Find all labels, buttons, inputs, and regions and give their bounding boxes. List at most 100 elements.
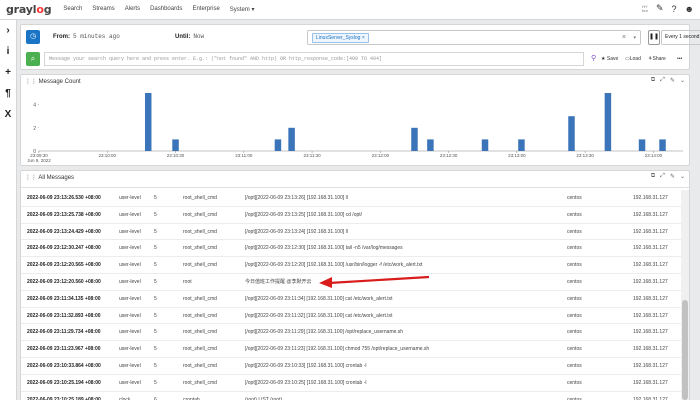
table-row[interactable]: 2022-06-09 23:13:26.530 +08:00 user-level…	[21, 190, 689, 207]
cell-message: [/opt][2022-06-09 23:12:20] [192.168.31.…	[245, 262, 423, 269]
share-button[interactable]: ⚘Share	[648, 52, 666, 66]
cell-ip-address: 192.168.31.127	[633, 295, 668, 302]
cell-hostname: centos	[567, 262, 582, 269]
chevron-down-icon[interactable]: ⌄	[680, 173, 685, 180]
table-row[interactable]: 2022-06-09 23:10:33.864 +08:00 user-level…	[21, 358, 689, 375]
pause-button[interactable]: ❚❚	[648, 30, 660, 45]
until-field[interactable]: Until: Now	[175, 33, 204, 40]
cell-ip-address: 192.168.31.127	[633, 362, 668, 369]
table-row[interactable]: 2022-06-09 23:13:25.738 +08:00 user-level…	[21, 207, 689, 224]
table-row[interactable]: 2022-06-09 23:12:20.565 +08:00 user-level…	[21, 257, 689, 274]
nav-link-enterprise[interactable]: Enterprise	[192, 6, 219, 13]
cell-ip-address: 192.168.31.127	[633, 262, 668, 269]
edit-widget-icon[interactable]: ✎	[670, 173, 675, 180]
cell-facility: user-level	[119, 312, 141, 319]
pause-icon: ❚❚	[649, 34, 660, 40]
table-row[interactable]: 2022-06-09 23:11:34.135 +08:00 user-level…	[21, 291, 689, 308]
table-row[interactable]: 2022-06-09 23:11:32.893 +08:00 user-level…	[21, 308, 689, 325]
cell-facility: user-level	[119, 295, 141, 302]
add-icon[interactable]: +	[0, 62, 16, 83]
cell-facility: clock	[119, 396, 131, 400]
from-field[interactable]: From: 5 minutes ago	[53, 33, 120, 40]
drag-handle-icon[interactable]: ⋮⋮	[25, 175, 37, 181]
cell-hostname: centos	[567, 228, 582, 235]
chart-bar	[659, 139, 666, 151]
scrollbar[interactable]	[681, 190, 689, 400]
nav-link-streams[interactable]: Streams	[92, 6, 114, 13]
x-tick-label: 23:10:30	[167, 153, 185, 158]
table-row[interactable]: 2022-06-09 23:10:25.194 +08:00 user-level…	[21, 375, 689, 392]
nav-link-alerts[interactable]: Alerts	[125, 6, 140, 13]
copy-icon[interactable]: ⧉	[651, 77, 655, 84]
nav-link-system[interactable]: System ▾	[230, 6, 255, 13]
search-query-input[interactable]: Message your search query here and press…	[44, 52, 584, 66]
cell-message: [/opt][2022-06-09 23:13:25] [192.168.31.…	[245, 211, 363, 218]
scrollbar-thumb[interactable]	[682, 300, 688, 400]
timezone-indicator[interactable]: HY bur	[642, 4, 648, 13]
cell-level: 5	[154, 379, 157, 386]
user-icon[interactable]: ☻	[685, 4, 694, 14]
cell-ip-address: 192.168.31.127	[633, 329, 668, 336]
cell-level: 5	[154, 228, 157, 235]
cell-message: [/opt][2022-06-09 23:13:26] [192.168.31.…	[245, 195, 348, 201]
edit-widget-icon[interactable]: ✎	[670, 77, 675, 84]
table-row[interactable]: 2022-06-09 23:13:24.429 +08:00 user-level…	[21, 224, 689, 241]
chevron-down-icon[interactable]: ▾	[633, 35, 636, 41]
cell-ip-address: 192.168.31.127	[633, 228, 668, 235]
table-row[interactable]: 2022-06-09 23:11:23.967 +08:00 user-level…	[21, 341, 689, 358]
x-tick-label: 23:11:30	[303, 153, 321, 158]
time-range-button[interactable]: ◷	[26, 30, 40, 44]
message-count-title: ⋮⋮ Message Count	[25, 79, 81, 85]
clear-streams-icon[interactable]: ×	[622, 34, 626, 41]
table-row[interactable]: 2022-06-09 23:12:20.560 +08:00 user-level…	[21, 274, 689, 291]
expand-icon[interactable]: ⤢	[660, 77, 665, 84]
drag-handle-icon[interactable]: ⋮⋮	[25, 79, 37, 85]
cell-timestamp: 2022-06-09 23:12:20.565 +08:00	[27, 262, 101, 269]
cell-facility: user-level	[119, 379, 141, 386]
cell-timestamp: 2022-06-09 23:10:25.189 +08:00	[27, 396, 101, 400]
expand-sidebar-icon[interactable]: ›	[0, 20, 16, 41]
info-icon[interactable]: i	[0, 41, 16, 62]
cell-source: root_shell_cmd	[183, 362, 217, 369]
cell-hostname: centos	[567, 362, 582, 369]
search-icon: ⌕	[30, 54, 36, 63]
cell-ip-address: 192.168.31.127	[633, 278, 668, 285]
cell-timestamp: 2022-06-09 23:10:25.194 +08:00	[27, 379, 101, 386]
load-button[interactable]: ▭Load	[625, 52, 641, 66]
cell-hostname: centos	[567, 346, 582, 353]
cell-hostname: centos	[567, 278, 582, 285]
chart-bar	[274, 139, 282, 151]
x-tick-label: Jun 9, 2022	[27, 158, 51, 163]
chevron-down-icon[interactable]: ⌄	[680, 77, 685, 84]
table-row[interactable]: 2022-06-09 23:10:25.189 +08:00 clock 6 cron…	[21, 392, 689, 400]
help-icon[interactable]: ?	[672, 4, 677, 14]
nav-link-dashboards[interactable]: Dashboards	[150, 6, 182, 13]
table-row[interactable]: 2022-06-09 23:12:30.247 +08:00 user-level…	[21, 240, 689, 258]
edit-icon[interactable]: ✎	[656, 3, 664, 14]
nav-link-search[interactable]: Search	[63, 6, 82, 13]
cell-facility: user-level	[119, 329, 141, 336]
remove-stream-icon[interactable]: ×	[362, 35, 365, 41]
refresh-interval-button[interactable]: Every 1 second ▾	[661, 30, 700, 45]
cell-source: root_shell_cmd	[183, 211, 217, 218]
fields-icon[interactable]: X	[0, 104, 16, 125]
cell-level: 5	[154, 211, 157, 218]
save-button[interactable]: ★ Save	[601, 52, 618, 66]
chart-bar	[411, 127, 418, 151]
pin-icon[interactable]: ⚲	[591, 54, 596, 62]
cell-message: 今日值班工作提醒 @李默开云	[245, 278, 312, 285]
cell-timestamp: 2022-06-09 23:12:20.560 +08:00	[27, 278, 101, 285]
more-actions-button[interactable]: •••	[677, 52, 682, 66]
expand-icon[interactable]: ⤢	[660, 173, 665, 180]
graylog-logo[interactable]: graylog	[6, 3, 52, 16]
paragraph-icon[interactable]: ¶	[0, 83, 16, 104]
chart-bar	[172, 139, 179, 151]
search-button[interactable]: ⌕	[26, 52, 40, 66]
x-tick-label: 23:13:00	[508, 153, 526, 158]
x-tick-label: 23:12:00	[372, 153, 390, 158]
stream-tag[interactable]: LinuxServer_Syslog ×	[312, 33, 369, 43]
cell-facility: user-level	[119, 245, 141, 252]
copy-icon[interactable]: ⧉	[651, 173, 655, 180]
table-row[interactable]: 2022-06-09 23:11:29.734 +08:00 user-level…	[21, 324, 689, 342]
stream-select[interactable]: LinuxServer_Syslog × × ▾	[307, 30, 641, 45]
